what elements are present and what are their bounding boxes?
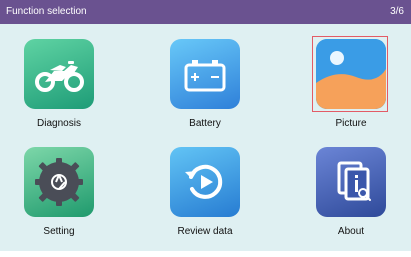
function-tile-battery[interactable]: Battery — [150, 39, 260, 149]
about-icon — [316, 147, 386, 217]
settings-icon — [24, 147, 94, 217]
function-label: About — [337, 226, 365, 237]
motorcycle-icon — [24, 39, 94, 109]
function-selection-screen: Function selection 3/6 Diagnosis Battery… — [0, 0, 411, 251]
function-tile-diagnosis[interactable]: Diagnosis — [4, 39, 114, 149]
header-bar: Function selection 3/6 — [0, 0, 411, 24]
function-label: Picture — [335, 118, 367, 129]
battery-icon — [170, 39, 240, 109]
function-label: Diagnosis — [37, 118, 81, 129]
header-title: Function selection — [6, 6, 87, 17]
review-data-icon — [170, 147, 240, 217]
picture-icon — [316, 39, 386, 109]
function-tile-picture[interactable]: Picture — [296, 36, 406, 149]
page-indicator: 3/6 — [390, 6, 404, 17]
function-tile-about[interactable]: About — [296, 147, 406, 257]
function-tile-review-data[interactable]: Review data — [150, 147, 260, 257]
function-label: Setting — [43, 226, 75, 237]
function-label: Battery — [189, 118, 221, 129]
function-label: Review data — [177, 226, 233, 237]
function-tile-setting[interactable]: Setting — [4, 147, 114, 257]
